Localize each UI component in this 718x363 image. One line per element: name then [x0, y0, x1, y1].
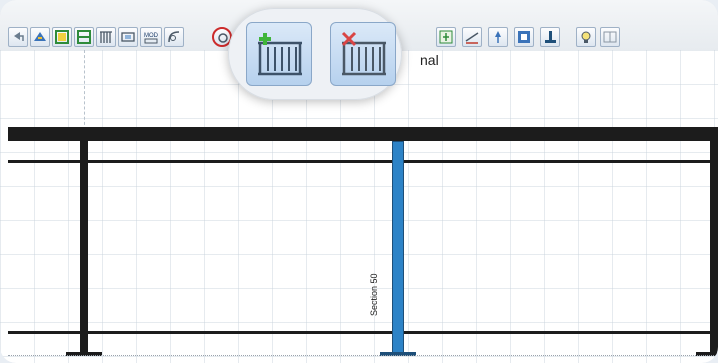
fit-icon[interactable] — [436, 27, 456, 47]
section-label: Section 50 — [369, 273, 379, 316]
bottom-rail[interactable] — [8, 331, 718, 334]
add-railing-section-button[interactable] — [246, 22, 312, 86]
selected-post[interactable] — [392, 141, 404, 355]
level-icon[interactable] — [462, 27, 482, 47]
post-right[interactable] — [710, 141, 718, 356]
delete-railing-section-icon — [341, 31, 386, 76]
center-icon[interactable] — [514, 27, 534, 47]
window-title-fragment: nal — [420, 52, 439, 68]
split-panel-icon[interactable] — [74, 27, 94, 47]
mid-rail[interactable] — [8, 160, 718, 163]
infill-icon[interactable] — [118, 27, 138, 47]
delete-railing-section-button[interactable] — [330, 22, 396, 86]
base-plate-icon[interactable] — [540, 27, 560, 47]
balusters-icon[interactable] — [96, 27, 116, 47]
magnified-callout — [228, 8, 402, 100]
guide-line — [84, 50, 85, 130]
post-left[interactable] — [80, 141, 88, 356]
ground-line — [8, 355, 718, 356]
bulb-icon[interactable] — [576, 27, 596, 47]
svg-text:MOD: MOD — [144, 33, 159, 39]
grid-icon[interactable] — [600, 27, 620, 47]
add-railing-section-icon — [258, 33, 302, 76]
pin-icon[interactable] — [488, 27, 508, 47]
add-post-icon[interactable] — [30, 27, 50, 47]
panel-frame-icon[interactable] — [52, 27, 72, 47]
curve-rail-icon[interactable] — [164, 27, 184, 47]
undo-icon[interactable] — [8, 27, 28, 47]
app-window: MOD nal Section 50 — [0, 0, 718, 363]
top-rail[interactable] — [8, 127, 718, 141]
mod-icon[interactable]: MOD — [140, 27, 162, 47]
